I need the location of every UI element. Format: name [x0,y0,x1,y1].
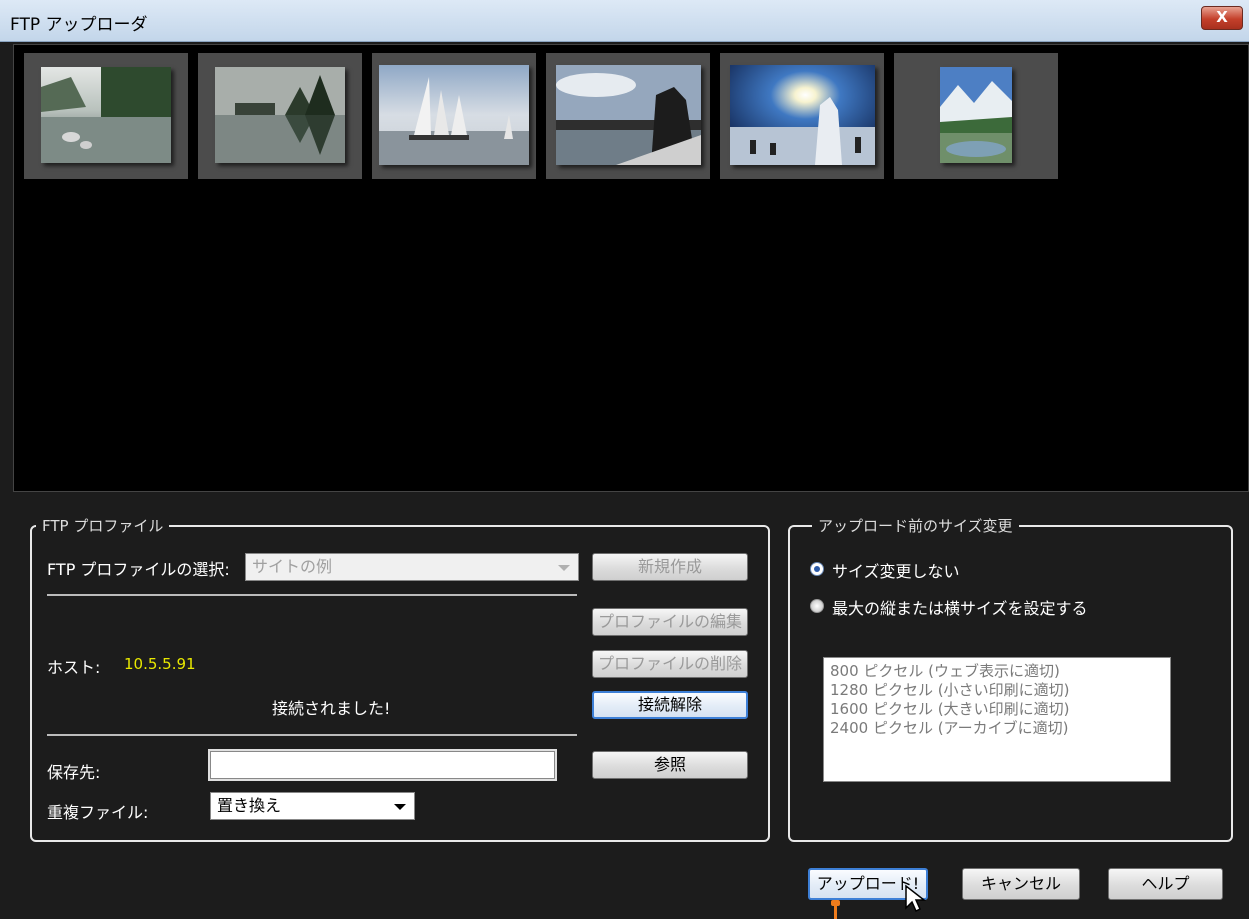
edit-profile-button[interactable]: プロファイルの編集 [592,608,748,636]
chevron-down-icon [394,804,406,810]
duplicate-files-select[interactable]: 置き換え [210,792,415,820]
mouse-pointer-icon [905,884,927,913]
max-size-radio[interactable] [810,599,824,613]
delete-profile-button[interactable]: プロファイルの削除 [592,650,748,678]
thumbnail-lake-house-reflection[interactable] [198,53,362,179]
thumbnail-snow-sun-people[interactable] [720,53,884,179]
chevron-down-icon [558,565,570,571]
photo-alpine-lake [940,67,1012,163]
window-title: FTP アップローダ [10,15,148,35]
profile-divider-bottom [47,734,577,736]
size-option[interactable]: 800 ピクセル (ウェブ表示に適切) [830,662,1164,681]
help-button[interactable]: ヘルプ [1108,868,1223,900]
thumbnail-city-statue[interactable] [546,53,710,179]
thumbnail-mountain-lake-fog[interactable] [24,53,188,179]
destination-input[interactable] [208,749,557,781]
duplicate-files-value: 置き換え [217,796,282,815]
size-listbox[interactable]: 800 ピクセル (ウェブ表示に適切) 1280 ピクセル (小さい印刷に適切)… [823,657,1171,782]
connection-status: 接続されました! [272,699,391,718]
host-label: ホスト: [47,658,101,677]
resize-legend: アップロード前のサイズ変更 [812,515,1019,536]
cancel-button[interactable]: キャンセル [962,868,1080,900]
disconnect-button[interactable]: 接続解除 [592,691,748,719]
no-resize-radio[interactable] [810,562,824,576]
photo-sailboat [379,65,529,165]
thumbnail-alpine-lake[interactable] [894,53,1058,179]
title-bar[interactable]: FTP アップローダ X [0,0,1249,42]
ftp-profile-select-value: サイトの例 [252,557,333,576]
ftp-profile-select[interactable]: サイトの例 [245,553,579,581]
photo-snow-sun-people [730,65,875,165]
ftp-profile-legend: FTP プロファイル [36,515,170,536]
thumbnail-sailboat[interactable] [372,53,536,179]
photo-mountain-lake-fog [41,67,171,163]
ftp-profile-select-label: FTP プロファイルの選択: [47,560,230,579]
size-option[interactable]: 1280 ピクセル (小さい印刷に適切) [830,681,1164,700]
max-size-label[interactable]: 最大の縦または横サイズを設定する [832,595,1088,619]
destination-label: 保存先: [47,763,101,782]
size-option[interactable]: 1600 ピクセル (大きい印刷に適切) [830,700,1164,719]
marker-dot [831,900,840,906]
photo-city-statue [556,65,701,165]
close-button[interactable]: X [1201,6,1243,30]
ftp-uploader-window: FTP アップローダ X FTP プロファイル FTP プロファイルの選択: サ… [0,0,1249,919]
photo-lake-house-reflection [215,67,345,163]
profile-divider-top [47,594,577,596]
host-value: 10.5.5.91 [124,655,196,673]
duplicate-files-label: 重複ファイル: [47,803,149,822]
thumbnail-gallery[interactable] [13,44,1249,492]
browse-button[interactable]: 参照 [592,751,748,779]
new-profile-button[interactable]: 新規作成 [592,553,748,581]
size-option[interactable]: 2400 ピクセル (アーカイブに適切) [830,719,1164,738]
no-resize-label[interactable]: サイズ変更しない [832,558,960,582]
